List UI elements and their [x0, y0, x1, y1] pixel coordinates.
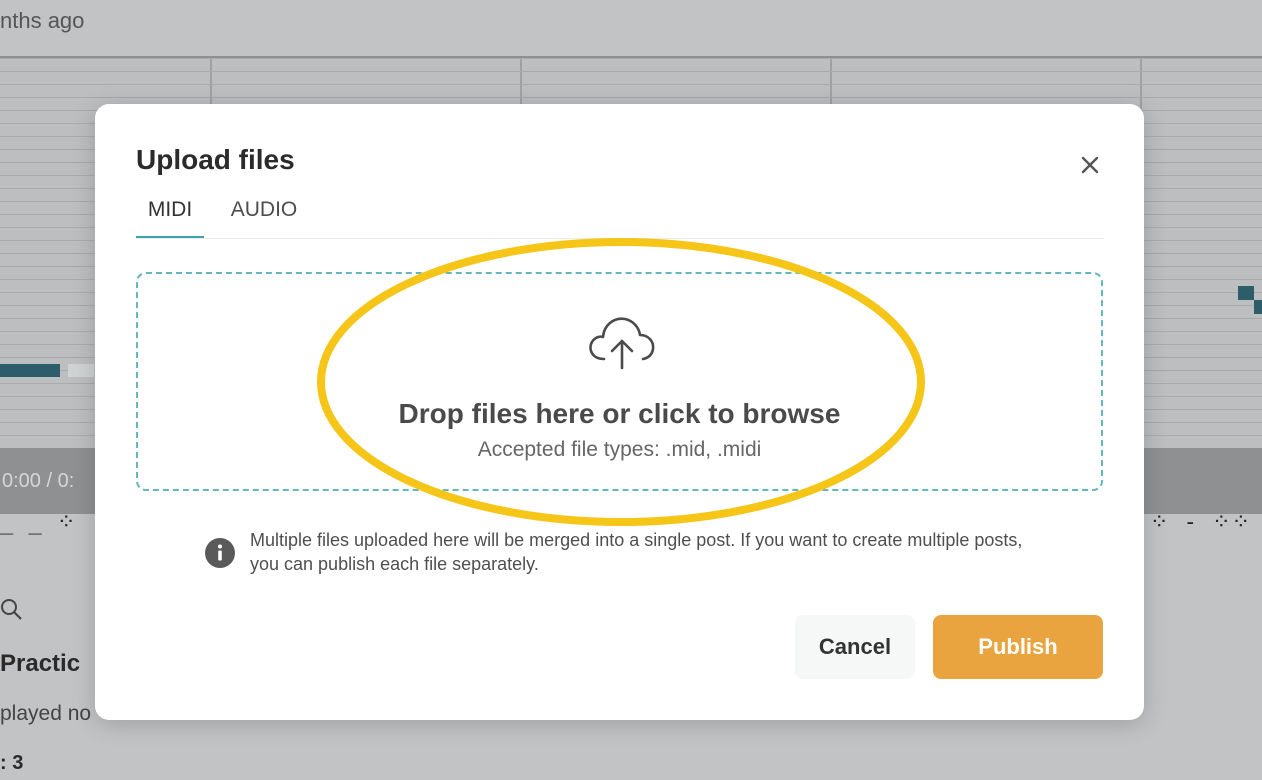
- modal-title: Upload files: [136, 144, 295, 175]
- notation-preview: _ _ ⁘: [0, 510, 77, 535]
- info-icon: [205, 538, 235, 568]
- merge-info-text: Multiple files uploaded here will be mer…: [250, 530, 1023, 574]
- search-icon[interactable]: [0, 598, 22, 620]
- dropzone-primary-text: Drop files here or click to browse: [398, 398, 841, 429]
- post-time-ago: nths ago: [0, 8, 85, 33]
- midi-note: [1238, 286, 1254, 300]
- tab-midi[interactable]: MIDI: [136, 196, 204, 238]
- dropzone-accepted-types: Accepted file types: .mid, .midi: [477, 438, 762, 461]
- close-button[interactable]: [1074, 149, 1106, 181]
- close-icon: [1081, 156, 1099, 174]
- notation-preview: ⁘ - ⁘⁘: [1150, 510, 1252, 535]
- player-time: 0:00 / 0:: [2, 470, 75, 492]
- publish-button[interactable]: Publish: [933, 615, 1103, 679]
- section-title: Practic: [0, 650, 81, 677]
- midi-note: [1254, 300, 1262, 314]
- upload-files-modal: Upload files MIDI AUDIO Drop files here …: [95, 104, 1144, 720]
- played-text: played no: [0, 702, 92, 725]
- midi-note: [0, 364, 60, 377]
- cancel-button[interactable]: Cancel: [795, 615, 915, 679]
- midi-note: [68, 364, 94, 377]
- tab-audio[interactable]: AUDIO: [220, 196, 308, 236]
- upload-type-tabs: MIDI AUDIO: [136, 196, 1104, 239]
- count-text: : 3: [0, 752, 24, 774]
- file-dropzone[interactable]: Drop files here or click to browse Accep…: [136, 272, 1103, 491]
- cloud-upload-icon: [589, 317, 655, 370]
